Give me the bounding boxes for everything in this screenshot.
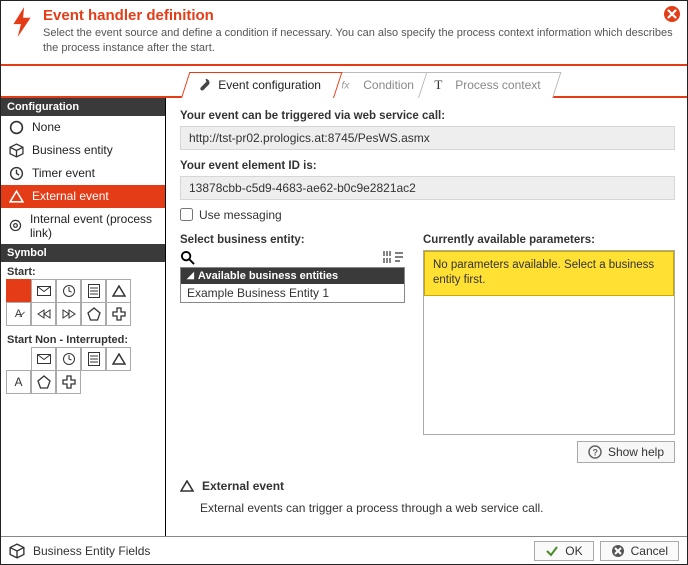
clock-icon — [9, 166, 24, 181]
cancel-button[interactable]: Cancel — [600, 541, 679, 561]
noninterrupt-symbol-grid: A — [1, 348, 165, 398]
start-label: Start: — [1, 262, 165, 280]
tab-process-context[interactable]: T Process context — [418, 72, 562, 98]
symbol-rewind[interactable] — [31, 302, 56, 326]
svg-text:T: T — [435, 77, 443, 92]
link-icon — [9, 218, 22, 233]
select-entity-label: Select business entity: — [180, 234, 405, 246]
dialog-title: Event handler definition — [43, 7, 677, 24]
svg-text:fx: fx — [341, 80, 350, 91]
eid-field[interactable] — [180, 176, 675, 200]
symbol-start-red[interactable] — [6, 279, 31, 303]
external-event-description: External events can trigger a process th… — [180, 493, 675, 519]
barcode-icon[interactable] — [383, 250, 405, 264]
symbol-ni-triangle[interactable] — [106, 347, 131, 371]
params-empty-message: No parameters available. Select a busine… — [424, 251, 674, 296]
circle-icon — [9, 120, 24, 135]
collapse-icon: ◢ — [187, 270, 194, 281]
use-messaging-label: Use messaging — [199, 208, 282, 222]
symbol-plus[interactable] — [106, 302, 131, 326]
footer-left-label[interactable]: Business Entity Fields — [33, 544, 150, 558]
triangle-icon — [9, 189, 24, 204]
symbol-fastforward[interactable] — [56, 302, 81, 326]
symbol-header: Symbol — [1, 244, 165, 262]
entity-list: ◢ Available business entities Example Bu… — [180, 267, 405, 303]
external-event-title: External event — [202, 479, 284, 493]
symbol-envelope[interactable] — [31, 279, 56, 303]
symbol-ni-pentagon[interactable] — [31, 370, 56, 394]
symbol-ni-a[interactable]: A — [6, 370, 31, 394]
start-symbol-grid: A̷ — [1, 280, 165, 330]
symbol-pentagon[interactable] — [81, 302, 106, 326]
config-internal-event[interactable]: Internal event (process link) — [1, 208, 165, 244]
symbol-clock[interactable] — [56, 279, 81, 303]
bolt-icon — [9, 7, 35, 56]
help-icon: ? — [588, 445, 602, 459]
text-icon: T — [434, 77, 449, 92]
ok-button[interactable]: OK — [534, 541, 593, 561]
params-label: Currently available parameters: — [423, 234, 675, 246]
configuration-header: Configuration — [1, 98, 165, 116]
start-noninterrupt-label: Start Non - Interrupted: — [1, 330, 165, 348]
config-business-entity[interactable]: Business entity — [1, 139, 165, 162]
cube-icon — [9, 143, 24, 158]
config-timer-event[interactable]: Timer event — [1, 162, 165, 185]
triangle-icon — [180, 480, 194, 492]
entity-row[interactable]: Example Business Entity 1 — [181, 284, 404, 302]
symbol-triangle[interactable] — [106, 279, 131, 303]
tab-event-configuration[interactable]: Event configuration — [181, 72, 342, 98]
symbol-ni-plus[interactable] — [56, 370, 81, 394]
symbol-ni-envelope[interactable] — [31, 347, 56, 371]
search-icon[interactable] — [180, 250, 195, 265]
dialog-subtitle: Select the event source and define a con… — [43, 26, 677, 56]
symbol-page[interactable] — [81, 279, 106, 303]
symbol-ni-clock[interactable] — [56, 347, 81, 371]
check-icon — [545, 544, 559, 558]
use-messaging-checkbox[interactable] — [180, 208, 193, 221]
config-external-event[interactable]: External event — [1, 185, 165, 208]
cancel-icon — [611, 544, 625, 558]
show-help-button[interactable]: ? Show help — [577, 441, 675, 463]
symbol-ni-page[interactable] — [81, 347, 106, 371]
config-none[interactable]: None — [1, 116, 165, 139]
ws-label: Your event can be triggered via web serv… — [180, 110, 675, 122]
symbol-double-a[interactable]: A̷ — [6, 302, 31, 326]
ws-url-field[interactable] — [180, 126, 675, 150]
eid-label: Your event element ID is: — [180, 160, 675, 172]
close-icon[interactable] — [663, 5, 681, 23]
wrench-icon — [196, 77, 211, 92]
svg-text:?: ? — [592, 447, 598, 457]
fx-icon: fx — [341, 77, 356, 92]
cube-icon — [9, 543, 25, 559]
params-box: No parameters available. Select a busine… — [423, 250, 675, 435]
entity-list-header[interactable]: ◢ Available business entities — [181, 268, 404, 284]
